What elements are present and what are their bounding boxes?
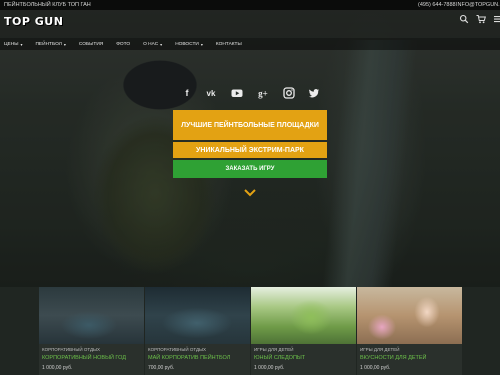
facebook-icon[interactable]: f <box>180 86 194 100</box>
nav-item-label: ПЕЙНТБОЛ <box>35 41 62 47</box>
twitter-icon[interactable] <box>307 86 321 100</box>
main-nav: ЦЕНЫ ▾ ПЕЙНТБОЛ ▾ СОБЫТИЯ ФОТО О НАС ▾ НОВО… <box>0 38 500 50</box>
nav-item-label: СОБЫТИЯ <box>78 41 104 47</box>
vk-icon[interactable]: vk <box>204 86 218 100</box>
nav-item-about[interactable]: О НАС ▾ <box>143 42 162 47</box>
logo[interactable]: TOP GUN <box>4 15 63 28</box>
cta-best-venues-button[interactable]: ЛУЧШИЕ ПЕЙНТБОЛЬНЫЕ ПЛОЩАДКИ <box>173 110 327 140</box>
chevron-down-icon[interactable] <box>243 188 257 198</box>
card-price: 700,00 руб. <box>148 365 175 371</box>
card-category[interactable]: ИГРЫ ДЛЯ ДЕТЕЙ <box>254 347 293 352</box>
club-name: ПЕЙНТБОЛЬНЫЙ КЛУБ ТОП ГАН <box>4 2 91 8</box>
top-bar: ПЕЙНТБОЛЬНЫЙ КЛУБ ТОП ГАН (495) 644-7888… <box>0 0 500 10</box>
header-icons <box>459 14 500 24</box>
nav-item-paintball[interactable]: ПЕЙНТБОЛ ▾ <box>35 42 65 47</box>
cart-icon[interactable] <box>476 14 486 24</box>
instagram-icon[interactable] <box>282 86 296 100</box>
nav-item-events[interactable]: СОБЫТИЯ <box>79 42 103 47</box>
phone-link[interactable]: (495) 644-7888 <box>418 0 456 10</box>
card-price: 1 000,00 руб. <box>254 365 285 371</box>
event-card[interactable]: КОРПОРАТИВНЫЙ ОТДЫХ МАЙ КОРПОРАТИВ ПЕЙНТ… <box>145 287 250 375</box>
event-card[interactable]: ИГРЫ ДЛЯ ДЕТЕЙ ЮНЫЙ СЛЕДОПЫТ 1 000,00 ру… <box>251 287 356 375</box>
card-category[interactable]: КОРПОРАТИВНЫЙ ОТДЫХ <box>148 347 206 352</box>
order-game-label: ЗАКАЗАТЬ ИГРУ <box>225 165 275 172</box>
google-plus-icon[interactable]: g+ <box>256 86 270 100</box>
nav-item-label: ЦЕНЫ <box>4 41 19 47</box>
nav-item-photo[interactable]: ФОТО <box>116 42 130 47</box>
social-links: f vk g+ <box>0 86 500 100</box>
event-card[interactable]: ИГРЫ ДЛЯ ДЕТЕЙ ВКУСНОСТИ ДЛЯ ДЕТЕЙ 1 000… <box>357 287 462 375</box>
card-image[interactable] <box>251 287 356 344</box>
event-card[interactable]: КОРПОРАТИВНЫЙ ОТДЫХ КОРПОРАТИВНЫЙ НОВЫЙ … <box>39 287 144 375</box>
card-image[interactable] <box>145 287 250 344</box>
nav-item-label: О НАС <box>143 41 159 47</box>
nav-item-news[interactable]: НОВОСТИ ▾ <box>175 42 203 47</box>
nav-item-contacts[interactable]: КОНТАКТЫ <box>216 42 242 47</box>
card-image[interactable] <box>357 287 462 344</box>
nav-item-label: НОВОСТИ <box>175 41 199 47</box>
card-image[interactable] <box>39 287 144 344</box>
card-title[interactable]: КОРПОРАТИВНЫЙ НОВЫЙ ГОД <box>42 355 126 361</box>
card-price: 1 000,00 руб. <box>42 365 73 371</box>
cta-extreme-park-button[interactable]: УНИКАЛЬНЫЙ ЭКСТРИМ-ПАРК <box>173 142 327 158</box>
email-link[interactable]: INFO@TOPGUN.RU <box>456 0 500 10</box>
youtube-icon[interactable] <box>230 86 244 100</box>
chevron-down-icon: ▾ <box>20 41 23 47</box>
card-title[interactable]: МАЙ КОРПОРАТИВ ПЕЙНТБОЛ <box>148 355 230 361</box>
card-category[interactable]: ИГРЫ ДЛЯ ДЕТЕЙ <box>360 347 399 352</box>
svg-text:vk: vk <box>207 89 216 98</box>
card-title[interactable]: ВКУСНОСТИ ДЛЯ ДЕТЕЙ <box>360 355 427 361</box>
nav-item-label: КОНТАКТЫ <box>215 41 242 47</box>
card-price: 1 000,00 руб. <box>360 365 391 371</box>
search-icon[interactable] <box>459 14 469 24</box>
card-title[interactable]: ЮНЫЙ СЛЕДОПЫТ <box>254 355 305 361</box>
order-game-button[interactable]: ЗАКАЗАТЬ ИГРУ <box>173 160 327 178</box>
menu-icon[interactable] <box>493 14 500 24</box>
cta-extreme-park-label: УНИКАЛЬНЫЙ ЭКСТРИМ-ПАРК <box>196 146 304 154</box>
chevron-down-icon: ▾ <box>160 41 163 47</box>
nav-item-prices[interactable]: ЦЕНЫ ▾ <box>4 42 22 47</box>
svg-text:g+: g+ <box>258 89 268 99</box>
nav-item-label: ФОТО <box>116 41 131 47</box>
cta-best-venues-label: ЛУЧШИЕ ПЕЙНТБОЛЬНЫЕ ПЛОЩАДКИ <box>181 121 319 129</box>
site-header: TOP GUN <box>0 10 500 38</box>
chevron-down-icon: ▾ <box>63 41 66 47</box>
card-category[interactable]: КОРПОРАТИВНЫЙ ОТДЫХ <box>42 347 100 352</box>
chevron-down-icon: ▾ <box>200 41 203 47</box>
